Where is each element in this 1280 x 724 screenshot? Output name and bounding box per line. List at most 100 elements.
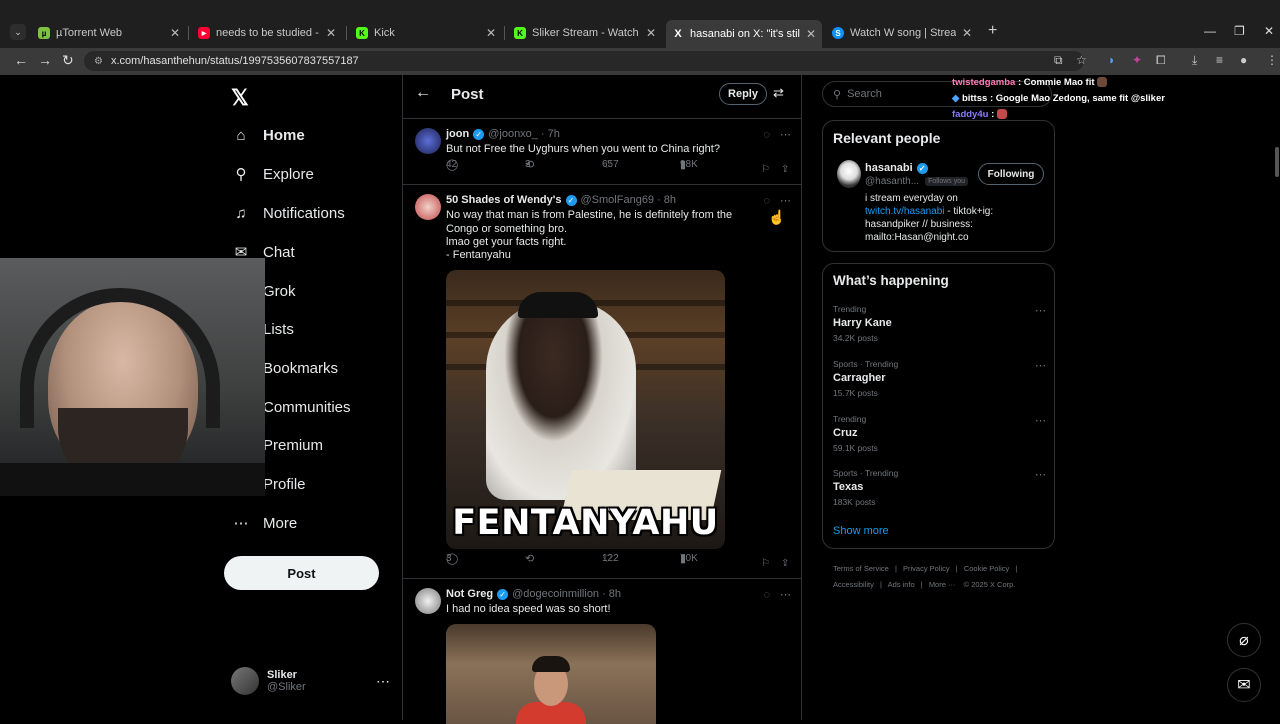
tweet-image[interactable]: FENTANYAHU (446, 270, 725, 549)
cookie-link[interactable]: Cookie Policy (964, 564, 1009, 573)
download-icon[interactable]: ⤓ (1192, 53, 1197, 68)
grok-icon[interactable]: ◌ (763, 589, 770, 601)
tweet-text: lmao get your facts right. (446, 236, 567, 248)
install-app-icon[interactable]: ⧉ (1054, 53, 1063, 68)
copyright: © 2025 X Corp. (963, 580, 1016, 589)
grok-icon[interactable]: ◌ (763, 195, 770, 207)
account-more-icon[interactable]: ⋯ (376, 673, 390, 690)
tab-youtube[interactable]: ▶ needs to be studied - YouT ✕ (192, 22, 342, 44)
nav-more[interactable]: ⋯ More (231, 510, 298, 536)
share-icon[interactable]: ⇪ (781, 164, 789, 175)
tab-streamable[interactable]: S Watch W song | Streamable ✕ (826, 22, 978, 44)
more-options-icon[interactable]: ⋯ (1035, 304, 1046, 317)
extension-icon[interactable]: ✦ (1132, 53, 1142, 67)
more-options-icon[interactable]: ⋯ (1035, 468, 1046, 481)
new-tab-icon[interactable]: + (988, 22, 997, 40)
nav-explore[interactable]: ⚲ Explore (231, 161, 314, 187)
close-tab-icon[interactable]: ✕ (326, 26, 336, 40)
share-icon[interactable]: ⇪ (781, 558, 789, 569)
mouse-cursor-icon: ☝ (768, 209, 786, 225)
grok-icon[interactable]: ◌ (763, 129, 770, 141)
badge-icon: ◆ (952, 93, 960, 104)
tweet-time[interactable]: · 8h (602, 588, 621, 600)
back-icon[interactable]: ← (14, 52, 28, 68)
avatar[interactable] (415, 128, 441, 154)
profile-avatar-icon[interactable]: ● (1240, 53, 1247, 67)
tweet-time[interactable]: · 8h (657, 194, 676, 206)
post-button[interactable]: Post (224, 556, 379, 590)
close-tab-icon[interactable]: ✕ (170, 26, 180, 40)
tweet[interactable]: joon ✓ @joonxo_ · 7h ◌ ⋯ But not Free th… (403, 120, 801, 185)
tab-search-icon[interactable]: ⌄ (10, 24, 26, 40)
restore-icon[interactable]: ❐ (1234, 24, 1245, 38)
footer-more-link[interactable]: More ··· (929, 580, 956, 589)
avatar[interactable] (837, 160, 861, 188)
ads-info-link[interactable]: Ads info (888, 580, 915, 589)
tweet[interactable]: Not Greg ✓ @dogecoinmillion · 8h ◌ ⋯ I h… (403, 580, 801, 724)
grok-fab-icon[interactable]: ⌀ (1227, 623, 1261, 657)
trend-item[interactable]: Trending Cruz 59.1K posts ⋯ (833, 414, 1048, 453)
tweet-author[interactable]: joon (446, 128, 469, 140)
more-options-icon[interactable]: ⋯ (1035, 359, 1046, 372)
more-options-icon[interactable]: ⋯ (780, 128, 791, 141)
footer-links: Terms of Service | Privacy Policy | Cook… (833, 564, 1018, 573)
following-button[interactable]: Following (978, 163, 1044, 185)
filter-icon[interactable]: ⇄ (773, 85, 784, 101)
avatar[interactable] (415, 588, 441, 614)
tab-utorrent[interactable]: µ µTorrent Web ✕ (32, 22, 186, 44)
bookmark-icon[interactable]: ⚐ (761, 164, 770, 175)
terms-link[interactable]: Terms of Service (833, 564, 889, 573)
accessibility-link[interactable]: Accessibility (833, 580, 874, 589)
close-tab-icon[interactable]: ✕ (962, 26, 972, 40)
tweet-author[interactable]: 50 Shades of Wendy's (446, 194, 562, 206)
scrollbar[interactable] (1275, 147, 1279, 177)
site-info-icon[interactable]: ⚙ (94, 56, 103, 67)
trend-item[interactable]: Sports · Trending Carragher 15.7K posts … (833, 359, 1048, 398)
back-arrow-icon[interactable]: ← (415, 84, 431, 102)
media-controls-icon[interactable]: ≡ (1216, 53, 1223, 67)
reload-icon[interactable]: ↻ (62, 52, 74, 69)
relevant-people-card: Relevant people hasanabi ✓ @hasanth... F… (822, 120, 1055, 252)
more-options-icon[interactable]: ⋯ (780, 588, 791, 601)
privacy-link[interactable]: Privacy Policy (903, 564, 950, 573)
nav-notifications[interactable]: ♫ Notifications (231, 200, 344, 226)
close-tab-icon[interactable]: ✕ (646, 26, 656, 40)
chat-message: ◆ bittss : Google Mao Zedong, same fit @… (952, 93, 1165, 104)
close-tab-icon[interactable]: ✕ (486, 26, 496, 40)
bookmark-icon[interactable]: ⚐ (761, 558, 770, 569)
avatar[interactable] (415, 194, 441, 220)
tweet-handle[interactable]: @SmolFang69 (581, 194, 655, 206)
tweet-time[interactable]: · 7h (541, 128, 560, 140)
tweet-image[interactable] (446, 624, 656, 724)
x-logo-icon[interactable]: 𝕏 (231, 85, 249, 111)
tweet-handle[interactable]: @joonxo_ (488, 128, 538, 140)
tab-kick[interactable]: K Kick ✕ (350, 22, 502, 44)
tab-sliker-stream[interactable]: K Sliker Stream - Watch Live c ✕ (508, 22, 662, 44)
nav-home[interactable]: ⌂ Home (231, 122, 304, 148)
minimize-icon[interactable]: — (1204, 24, 1216, 38)
bookmark-star-icon[interactable]: ☆ (1076, 53, 1087, 67)
url-input[interactable]: ⚙ x.com/hasanthehun/status/1997535607837… (84, 51, 1084, 71)
more-options-icon[interactable]: ⋯ (1035, 414, 1046, 427)
tweet[interactable]: 50 Shades of Wendy's ✓ @SmolFang69 · 8h … (403, 186, 801, 579)
reply-button[interactable]: Reply (719, 83, 767, 105)
browser-menu-icon[interactable]: ⋮ (1266, 53, 1278, 67)
close-tab-icon[interactable]: ✕ (806, 27, 816, 41)
account-switcher[interactable]: Sliker @Sliker (231, 667, 306, 695)
show-more-link[interactable]: Show more (833, 525, 889, 537)
search-icon: ⚲ (833, 88, 842, 101)
bio-link[interactable]: twitch.tv/hasanabi (865, 206, 945, 217)
more-options-icon[interactable]: ⋯ (780, 194, 791, 207)
trend-item[interactable]: Sports · Trending Texas 183K posts ⋯ (833, 468, 1048, 507)
profile-handle[interactable]: @hasanth... (865, 176, 919, 187)
tab-x-active[interactable]: X hasanabi on X: "it's still free pal ✕ (666, 20, 822, 48)
tweet-author[interactable]: Not Greg (446, 588, 493, 600)
profile-name[interactable]: hasanabi (865, 162, 913, 174)
extension-icon[interactable]: ◗ (1108, 53, 1115, 67)
close-window-icon[interactable]: ✕ (1264, 24, 1274, 38)
extensions-puzzle-icon[interactable]: ⧠ (1156, 53, 1166, 68)
tweet-handle[interactable]: @dogecoinmillion (512, 588, 599, 600)
forward-icon[interactable]: → (38, 52, 52, 68)
trend-item[interactable]: Trending Harry Kane 34.2K posts ⋯ (833, 304, 1048, 343)
messages-fab-icon[interactable]: ✉ (1227, 668, 1261, 702)
